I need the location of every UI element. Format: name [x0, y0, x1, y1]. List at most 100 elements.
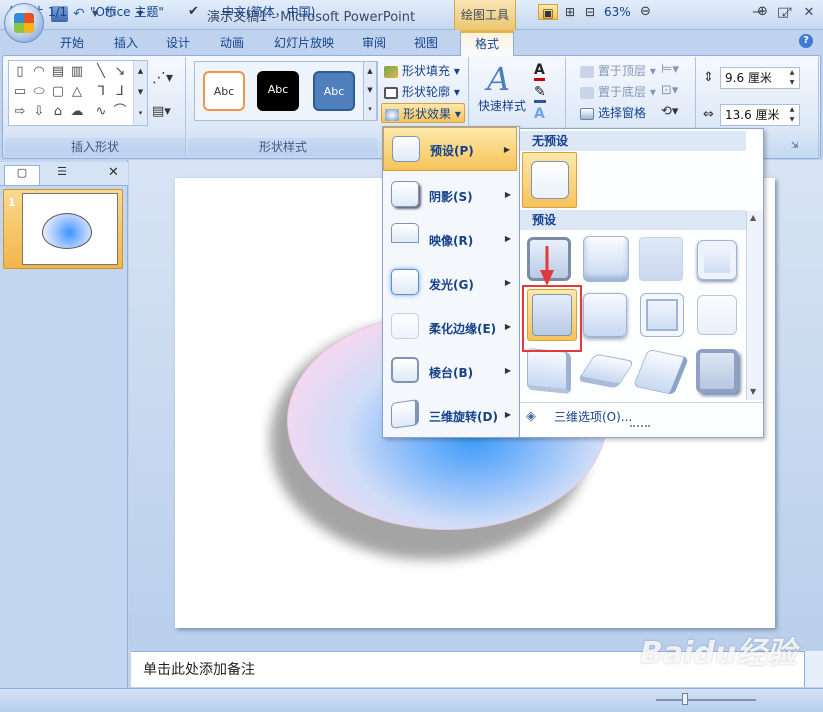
scroll-up-icon[interactable]: ▲	[750, 213, 756, 222]
bring-front-button[interactable]: 置于顶层 ▾	[580, 61, 656, 81]
text-outline-icon[interactable]: ✎	[534, 84, 546, 103]
textbox-h-icon[interactable]: ▤	[50, 64, 66, 81]
send-back-button[interactable]: 置于底层 ▾	[580, 82, 656, 102]
shape-style-gallery[interactable]: Abc Abc Abc	[194, 61, 378, 121]
preset-9[interactable]	[527, 347, 571, 395]
office-button[interactable]	[4, 3, 44, 43]
zoom-slider[interactable]	[656, 699, 756, 701]
preset-12[interactable]	[696, 349, 738, 393]
selection-pane-label: 选择窗格	[598, 106, 647, 120]
spellcheck-icon[interactable]: ✔	[188, 4, 199, 20]
slides-tab-icon[interactable]: ▢	[4, 165, 40, 185]
style-gallery-scroll[interactable]: ▲ ▼ ▾	[363, 61, 377, 121]
rounded-rect-icon[interactable]: ▢	[50, 84, 66, 101]
text-effects-icon[interactable]: A	[534, 106, 545, 122]
triangle-shape-icon[interactable]: △	[69, 84, 85, 101]
right-arrow-icon[interactable]: ⇨	[12, 104, 28, 121]
tab-design[interactable]: 设计	[158, 33, 198, 53]
arc-shape-icon[interactable]: ◠	[31, 64, 47, 81]
tab-review[interactable]: 审阅	[354, 33, 394, 53]
scroll-down-icon[interactable]: ▼	[750, 387, 756, 396]
tab-view[interactable]: 视图	[406, 33, 446, 53]
shape-effects-button[interactable]: 形状效果 ▾	[381, 103, 465, 123]
submenu-arrow-icon: ▶	[504, 322, 511, 331]
style-sample-blue[interactable]: Abc	[313, 71, 355, 111]
menu-item-shadow[interactable]: 阴影(S) ▶	[383, 172, 517, 216]
slideshow-view-icon[interactable]: ⊟	[581, 4, 599, 20]
menu-item-bevel[interactable]: 棱台(B) ▶	[383, 348, 517, 392]
arrow-line-icon[interactable]: ↘	[112, 64, 128, 81]
resize-grip[interactable]	[630, 425, 650, 429]
selection-pane-button[interactable]: 选择窗格	[580, 103, 646, 123]
elbow-connector-icon[interactable]: ᒣ	[93, 84, 109, 101]
shape-fill-button[interactable]: 形状填充 ▾	[384, 61, 460, 81]
sorter-view-icon[interactable]: ⊞	[561, 4, 579, 20]
shape-outline-button[interactable]: 形状轮廓 ▾	[384, 82, 460, 102]
menu-item-soft-edges[interactable]: 柔化边缘(E) ▶	[383, 304, 517, 348]
tab-insert[interactable]: 插入	[106, 33, 146, 53]
notes-placeholder[interactable]: 单击此处添加备注	[143, 659, 255, 679]
menu-item-3d-rotation[interactable]: 三维旋转(D) ▶	[383, 392, 517, 436]
tab-slideshow[interactable]: 幻灯片放映	[268, 33, 340, 53]
shadow-icon	[391, 181, 419, 207]
group-icon[interactable]: ⊡▾	[661, 83, 678, 98]
flowchart-icon[interactable]: ⌂	[50, 104, 66, 121]
text-fill-icon[interactable]: A	[534, 62, 545, 81]
tab-home[interactable]: 开始	[52, 33, 92, 53]
align-icon[interactable]: ⊨▾	[661, 62, 679, 77]
bevel-icon	[391, 357, 419, 383]
preset-4[interactable]	[697, 240, 737, 280]
zoom-out-icon[interactable]: ⊖	[640, 4, 651, 20]
outline-tab-icon[interactable]: ☰	[44, 165, 80, 185]
textbox-shape-icon[interactable]: ▯	[12, 64, 28, 81]
zoom-slider-thumb[interactable]	[682, 693, 688, 705]
shadow-label: 阴影(S)	[429, 190, 473, 204]
zoom-level[interactable]: 63%	[604, 4, 631, 20]
watermark-url: jingyan.baidu.com	[680, 664, 782, 677]
tab-format[interactable]: 格式	[460, 30, 514, 56]
normal-view-icon[interactable]: ▣	[538, 4, 558, 20]
curve-icon[interactable]: ∿	[93, 104, 109, 121]
menu-item-glow[interactable]: 发光(G) ▶	[383, 260, 517, 304]
preset-2[interactable]	[583, 236, 629, 282]
oval-shape-icon[interactable]: ⬭	[31, 84, 47, 101]
close-pane-icon[interactable]: ✕	[108, 165, 124, 183]
textbox-button-icon[interactable]: ▤▾	[152, 104, 178, 124]
preset-3[interactable]	[639, 237, 683, 281]
textbox-v-icon[interactable]: ▥	[69, 64, 85, 81]
3d-options-link[interactable]: 三维选项(O)...	[554, 408, 632, 425]
3d-rotation-icon	[391, 399, 419, 429]
quick-styles-icon[interactable]: A	[487, 60, 510, 98]
notes-scrollbar[interactable]	[804, 651, 823, 687]
fit-window-icon[interactable]: ⤢	[782, 4, 792, 20]
rotate-icon[interactable]: ⟲▾	[661, 104, 678, 119]
no-preset-option[interactable]	[522, 152, 577, 208]
tab-animations[interactable]: 动画	[212, 33, 252, 53]
menu-item-reflection[interactable]: 映像(R) ▶	[383, 216, 517, 260]
preset-scrollbar[interactable]: ▲ ▼	[746, 211, 763, 400]
edit-shape-icon[interactable]: ⋰▾	[152, 70, 178, 90]
thumbnail-shape	[42, 213, 92, 249]
shapes-gallery[interactable]: ▯ ◠ ▤ ▥ ╲ ↘ ▭ ⬭ ▢ △ ᒣ ⅃ ⇨ ⇩ ⌂ ☁ ∿ ⌒ ▲ ▼ ▾	[8, 60, 148, 126]
preset-6[interactable]	[583, 293, 627, 337]
down-arrow-icon[interactable]: ⇩	[31, 104, 47, 121]
quick-styles-button[interactable]: 快速样式	[478, 96, 526, 116]
preset-7[interactable]	[640, 293, 684, 337]
style-sample-dark[interactable]: Abc	[257, 71, 299, 111]
elbow-arrow-icon[interactable]: ⅃	[112, 84, 128, 101]
freeform-icon[interactable]: ⌒	[112, 104, 128, 121]
height-spinner[interactable]: ▲ ▼	[786, 68, 798, 88]
shapes-gallery-scroll[interactable]: ▲ ▼ ▾	[133, 61, 147, 125]
size-dialog-launcher-icon[interactable]: ⇲	[791, 141, 799, 151]
zoom-in-icon[interactable]: ⊕	[757, 4, 768, 20]
menu-item-preset[interactable]: 预设(P) ▶	[383, 127, 517, 171]
preset-8[interactable]	[697, 295, 737, 335]
line-shape-icon[interactable]: ╲	[93, 64, 109, 81]
rectangle-shape-icon[interactable]: ▭	[12, 84, 28, 101]
width-spinner[interactable]: ▲ ▼	[786, 105, 798, 125]
undo-icon[interactable]: ↶	[73, 6, 90, 22]
close-button[interactable]: ✕	[797, 4, 821, 22]
style-sample-outline[interactable]: Abc	[203, 71, 245, 111]
callout-icon[interactable]: ☁	[69, 104, 85, 121]
help-icon[interactable]: ?	[799, 34, 813, 48]
